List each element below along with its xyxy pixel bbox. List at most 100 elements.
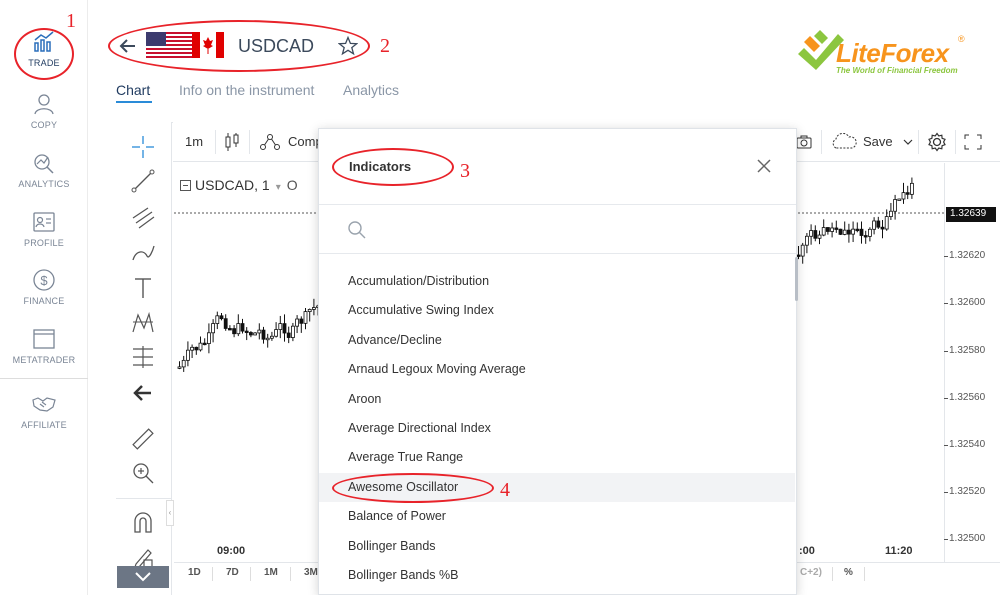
candle-body bbox=[190, 346, 195, 351]
fullscreen-icon[interactable] bbox=[964, 134, 982, 150]
indicator-item[interactable]: Advance/Decline bbox=[319, 326, 795, 355]
indicator-item[interactable]: Balance of Power bbox=[319, 502, 795, 531]
chevron-down-icon[interactable] bbox=[903, 138, 913, 146]
collapse-toolbar-handle[interactable]: ‹ bbox=[166, 500, 174, 526]
candle-body bbox=[834, 227, 839, 230]
candle-body bbox=[863, 235, 868, 238]
tab-chart[interactable]: Chart bbox=[116, 82, 150, 98]
candle-body bbox=[813, 230, 818, 239]
magnet-icon[interactable] bbox=[130, 510, 156, 536]
indicator-item[interactable]: Arnaud Legoux Moving Average bbox=[319, 355, 795, 384]
nav-label: PROFILE bbox=[24, 238, 64, 248]
svg-text:$: $ bbox=[40, 273, 48, 288]
indicator-item[interactable]: Bollinger Bands %B bbox=[319, 561, 795, 590]
compare-icon[interactable] bbox=[259, 133, 281, 151]
candle-body bbox=[830, 227, 834, 232]
price-axis[interactable]: 1.32620 1.32600 1.32580 1.32560 1.32540 … bbox=[943, 163, 1000, 563]
logo-tagline: The World of Financial Freedom bbox=[836, 66, 958, 75]
nav-label: METATRADER bbox=[12, 355, 76, 365]
period-3m[interactable]: 3M bbox=[304, 567, 318, 578]
drawing-toolbar bbox=[116, 122, 172, 595]
pitchfork-icon[interactable] bbox=[130, 204, 156, 230]
measure-icon[interactable] bbox=[130, 344, 156, 370]
candle-body bbox=[282, 323, 287, 334]
period-separator bbox=[212, 567, 213, 581]
ruler-icon[interactable] bbox=[130, 426, 156, 452]
current-price-badge: 1.32639 bbox=[946, 207, 996, 222]
candle-body bbox=[223, 318, 228, 329]
cloud-save-icon[interactable] bbox=[830, 133, 858, 151]
brush-icon[interactable] bbox=[130, 240, 156, 266]
nav-label: ANALYTICS bbox=[18, 179, 70, 189]
annotation-number: 3 bbox=[460, 160, 470, 182]
indicator-item[interactable]: Average True Range bbox=[319, 443, 795, 472]
currency-flags-icon bbox=[146, 32, 224, 58]
candle-body bbox=[872, 220, 876, 230]
chevron-down-icon[interactable]: ▾ bbox=[276, 182, 281, 193]
time-tick: 09:00 bbox=[217, 545, 246, 557]
crosshair-icon[interactable] bbox=[130, 134, 156, 160]
period-1d[interactable]: 1D bbox=[188, 567, 201, 578]
scroll-down-button[interactable] bbox=[117, 566, 169, 588]
candle-body bbox=[265, 337, 270, 341]
candle-body bbox=[278, 323, 283, 330]
candle-body bbox=[270, 335, 274, 339]
nav-finance[interactable]: $ FINANCE bbox=[0, 268, 88, 324]
candle-body bbox=[910, 182, 914, 195]
toolbar-separator bbox=[955, 130, 956, 154]
logo-brand: LiteForex bbox=[836, 38, 949, 68]
nav-profile[interactable]: PROFILE bbox=[0, 210, 88, 266]
indicator-item[interactable]: Bollinger Bands bbox=[319, 532, 795, 561]
chart-legend[interactable]: USDCAD, 1 ▾ O bbox=[180, 177, 298, 193]
candle-body bbox=[884, 216, 889, 230]
candles-icon[interactable] bbox=[225, 132, 239, 152]
candle-body bbox=[821, 227, 826, 236]
annotation-number: 1 bbox=[66, 10, 76, 32]
period-7d[interactable]: 7D bbox=[226, 567, 239, 578]
pattern-icon[interactable] bbox=[130, 310, 156, 336]
price-tick: 1.32580 bbox=[943, 345, 986, 356]
nav-metatrader[interactable]: METATRADER bbox=[0, 327, 88, 383]
candle-body bbox=[194, 346, 199, 351]
candle-body bbox=[177, 366, 182, 369]
price-tick: 1.32600 bbox=[943, 297, 986, 308]
nav-trade[interactable]: TRADE bbox=[0, 30, 88, 86]
indicator-item[interactable]: Accumulation/Distribution bbox=[319, 267, 795, 296]
candle-body bbox=[181, 359, 186, 368]
candle-body bbox=[880, 226, 885, 230]
nav-copy[interactable]: COPY bbox=[0, 92, 88, 148]
liteforex-logo[interactable]: LiteForex ® The World of Financial Freed… bbox=[796, 24, 971, 80]
trend-line-icon[interactable] bbox=[130, 168, 156, 194]
arrow-left-icon[interactable] bbox=[130, 380, 156, 406]
collapse-legend-icon[interactable] bbox=[180, 180, 191, 191]
back-arrow-icon[interactable] bbox=[118, 36, 138, 56]
text-tool-icon[interactable] bbox=[130, 275, 156, 301]
scrollbar-thumb[interactable] bbox=[795, 257, 798, 301]
nav-affiliate[interactable]: AFFILIATE bbox=[0, 392, 88, 448]
period-1m[interactable]: 1M bbox=[264, 567, 278, 578]
candle-body bbox=[889, 210, 893, 217]
indicator-item-highlighted[interactable]: Awesome Oscillator bbox=[319, 472, 795, 503]
indicator-item[interactable]: Aroon bbox=[319, 385, 795, 414]
settings-gear-icon[interactable] bbox=[927, 132, 947, 152]
timezone-label[interactable]: C+2) bbox=[800, 567, 822, 578]
indicator-item[interactable]: Accumulative Swing Index bbox=[319, 296, 795, 325]
tab-analytics[interactable]: Analytics bbox=[343, 82, 399, 98]
toolbar-separator bbox=[249, 130, 250, 154]
save-button[interactable]: Save bbox=[863, 134, 893, 149]
indicator-search-input[interactable] bbox=[339, 211, 779, 251]
nav-analytics[interactable]: ANALYTICS bbox=[0, 151, 88, 207]
interval-button[interactable]: 1m bbox=[185, 134, 203, 149]
period-separator bbox=[832, 567, 833, 581]
percent-toggle[interactable]: % bbox=[844, 567, 853, 578]
toolbar-divider bbox=[116, 498, 172, 499]
period-separator bbox=[290, 567, 291, 581]
camera-icon[interactable] bbox=[796, 135, 812, 149]
favorite-star-icon[interactable] bbox=[338, 36, 358, 56]
indicator-item[interactable]: Average Directional Index bbox=[319, 414, 795, 443]
tab-info-on-instrument[interactable]: Info on the instrument bbox=[179, 82, 314, 98]
zoom-in-icon[interactable] bbox=[130, 460, 156, 486]
close-icon[interactable] bbox=[755, 157, 773, 175]
candle-body bbox=[838, 228, 843, 235]
candle-body bbox=[893, 199, 897, 212]
